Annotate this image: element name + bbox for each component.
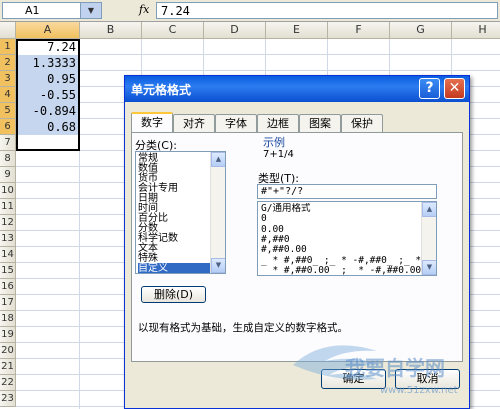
category-item[interactable]: 自定义 — [138, 263, 210, 273]
row-header-21[interactable]: 21 — [0, 359, 16, 375]
row-header-6[interactable]: 6 — [0, 119, 16, 135]
select-all-corner[interactable] — [0, 22, 16, 39]
row-header-12[interactable]: 12 — [0, 215, 16, 231]
row-header-3[interactable]: 3 — [0, 71, 16, 87]
number-tab-panel: 分类(C): 常规 数值 货币 会计专用 日期 时间 百分比 分数 科学记数 文本 特殊 自定义 ▲ … — [131, 132, 463, 362]
tab-font[interactable]: 字体 — [215, 114, 257, 132]
formula-bar: A1 ▼ fx 7.24 — [0, 0, 500, 22]
row-header-7[interactable]: 7 — [0, 135, 16, 151]
sample-value: 7+1/4 — [263, 149, 294, 160]
row-header-16[interactable]: 16 — [0, 279, 16, 295]
gridline — [16, 70, 500, 71]
row-header-1[interactable]: 1 — [0, 39, 16, 55]
row-header-8[interactable]: 8 — [0, 151, 16, 167]
format-item[interactable]: _ * #,##0.00_ ;_ * -#,##0.00_ ;_ * — [261, 265, 421, 275]
row-header-4[interactable]: 4 — [0, 87, 16, 103]
row-header-22[interactable]: 22 — [0, 375, 16, 391]
ok-button[interactable]: 确定 — [321, 369, 386, 389]
row-header-23[interactable]: 23 — [0, 391, 16, 407]
tab-protection[interactable]: 保护 — [341, 114, 383, 132]
row-header-5[interactable]: 5 — [0, 103, 16, 119]
column-header-f[interactable]: F — [328, 22, 390, 39]
delete-button[interactable]: 删除(D) — [141, 286, 206, 303]
scroll-down-icon[interactable]: ▼ — [211, 258, 225, 273]
category-scrollbar[interactable]: ▲ ▼ — [210, 152, 225, 273]
row-header-20[interactable]: 20 — [0, 343, 16, 359]
column-header-e[interactable]: E — [266, 22, 328, 39]
insert-function-icon[interactable]: fx — [139, 3, 149, 16]
row-header-13[interactable]: 13 — [0, 231, 16, 247]
column-header-b[interactable]: B — [80, 22, 142, 39]
format-list[interactable]: G/通用格式 0 0.00 #,##0 #,##0.00 _ * #,##0_ ;_ * … — [257, 201, 437, 276]
row-header-2[interactable]: 2 — [0, 55, 16, 71]
formula-input[interactable]: 7.24 — [156, 2, 498, 19]
help-button[interactable]: ? — [419, 78, 440, 99]
row-header-18[interactable]: 18 — [0, 311, 16, 327]
column-header-g[interactable]: G — [390, 22, 452, 39]
name-box-dropdown-icon[interactable]: ▼ — [80, 3, 101, 18]
column-header-c[interactable]: C — [142, 22, 204, 39]
category-list[interactable]: 常规 数值 货币 会计专用 日期 时间 百分比 分数 科学记数 文本 特殊 自定义 ▲ ▼ — [135, 151, 226, 274]
gridline — [16, 54, 500, 55]
format-cells-dialog: 单元格格式 ? ✕ 数字 对齐 字体 边框 图案 保护 分类(C): 常规 数值货… — [124, 75, 470, 409]
type-input[interactable]: #"+"?/? — [257, 184, 437, 199]
format-description: 以现有格式为基础，生成自定义的数字格式。 — [138, 322, 348, 334]
tab-number[interactable]: 数字 — [131, 112, 173, 133]
column-header-a[interactable]: A — [16, 22, 80, 39]
close-button[interactable]: ✕ — [444, 78, 465, 99]
format-scrollbar[interactable]: ▲ ▼ — [421, 202, 436, 275]
cancel-button[interactable]: 取消 — [395, 369, 460, 389]
dialog-title: 单元格格式 — [131, 83, 192, 97]
scroll-up-icon[interactable]: ▲ — [211, 152, 225, 167]
row-header-15[interactable]: 15 — [0, 263, 16, 279]
tab-patterns[interactable]: 图案 — [299, 114, 341, 132]
row-header-19[interactable]: 19 — [0, 327, 16, 343]
tab-border[interactable]: 边框 — [257, 114, 299, 132]
scroll-down-icon[interactable]: ▼ — [422, 260, 436, 275]
row-header-17[interactable]: 17 — [0, 295, 16, 311]
column-header-h[interactable]: H — [452, 22, 500, 39]
column-header-d[interactable]: D — [204, 22, 266, 39]
tab-alignment[interactable]: 对齐 — [173, 114, 215, 132]
row-header-9[interactable]: 9 — [0, 167, 16, 183]
row-header-11[interactable]: 11 — [0, 199, 16, 215]
row-header-14[interactable]: 14 — [0, 247, 16, 263]
scroll-up-icon[interactable]: ▲ — [422, 202, 436, 217]
dialog-titlebar[interactable]: 单元格格式 ? ✕ — [125, 76, 469, 102]
row-header-10[interactable]: 10 — [0, 183, 16, 199]
selection-border — [16, 39, 80, 151]
